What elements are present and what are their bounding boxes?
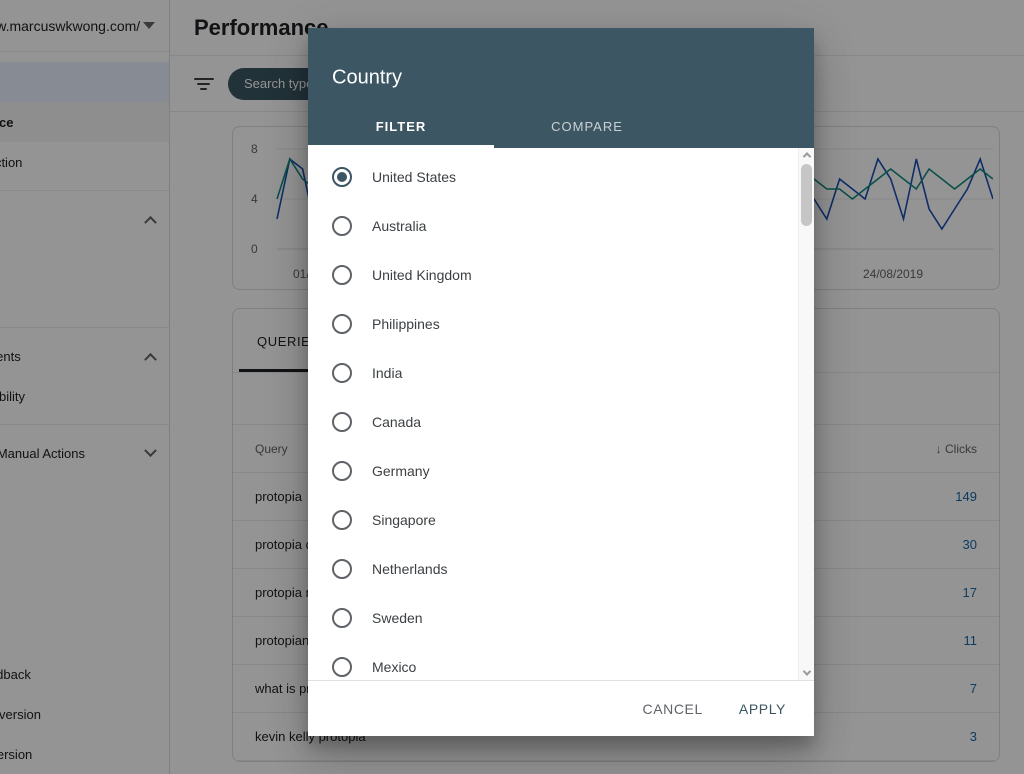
radio-icon[interactable]	[332, 656, 352, 677]
option-singapore[interactable]: Singapore	[308, 495, 798, 544]
radio-icon[interactable]	[332, 460, 352, 481]
scrollbar-thumb[interactable]	[801, 164, 812, 226]
option-label: Canada	[372, 413, 422, 430]
option-united-states[interactable]: United States	[308, 152, 798, 201]
option-germany[interactable]: Germany	[308, 446, 798, 495]
dialog-header: Country FILTER COMPARE	[308, 28, 814, 148]
country-option-list: United States Australia United Kingdom P…	[308, 148, 798, 680]
dialog-body: United States Australia United Kingdom P…	[308, 148, 814, 680]
radio-icon[interactable]	[332, 509, 352, 530]
radio-icon[interactable]	[332, 411, 352, 432]
country-filter-dialog: Country FILTER COMPARE United States Aus…	[308, 28, 814, 736]
tab-compare[interactable]: COMPARE	[494, 119, 680, 148]
option-mexico[interactable]: Mexico	[308, 642, 798, 680]
radio-icon[interactable]	[332, 558, 352, 579]
option-label: United States	[372, 168, 457, 185]
option-canada[interactable]: Canada	[308, 397, 798, 446]
scroll-down-icon[interactable]	[799, 666, 814, 680]
option-united-kingdom[interactable]: United Kingdom	[308, 250, 798, 299]
option-label: United Kingdom	[372, 266, 472, 283]
option-label: Philippines	[372, 315, 440, 332]
option-india[interactable]: India	[308, 348, 798, 397]
option-label: Netherlands	[372, 560, 448, 577]
cancel-button[interactable]: CANCEL	[630, 693, 714, 725]
radio-icon[interactable]	[332, 313, 352, 334]
option-sweden[interactable]: Sweden	[308, 593, 798, 642]
dialog-tabs: FILTER COMPARE	[308, 100, 814, 148]
dialog-title: Country	[332, 66, 403, 89]
radio-icon[interactable]	[332, 215, 352, 236]
tab-filter[interactable]: FILTER	[308, 119, 494, 148]
radio-icon[interactable]	[332, 166, 352, 187]
scroll-up-icon[interactable]	[799, 148, 814, 162]
option-label: India	[372, 364, 403, 381]
radio-icon[interactable]	[332, 264, 352, 285]
option-label: Australia	[372, 217, 427, 234]
radio-icon[interactable]	[332, 607, 352, 628]
option-netherlands[interactable]: Netherlands	[308, 544, 798, 593]
dialog-scrollbar[interactable]	[798, 148, 814, 680]
option-philippines[interactable]: Philippines	[308, 299, 798, 348]
option-label: Mexico	[372, 658, 417, 675]
option-australia[interactable]: Australia	[308, 201, 798, 250]
option-label: Singapore	[372, 511, 436, 528]
option-label: Sweden	[372, 609, 423, 626]
dialog-footer: CANCEL APPLY	[308, 680, 814, 736]
radio-icon[interactable]	[332, 362, 352, 383]
option-label: Germany	[372, 462, 430, 479]
apply-button[interactable]: APPLY	[727, 693, 798, 725]
